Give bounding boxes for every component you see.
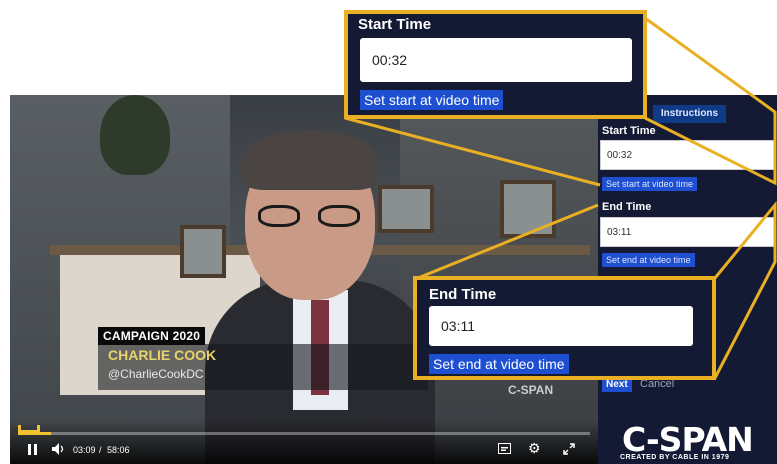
speaker-hair	[242, 130, 378, 190]
player-controls	[10, 420, 598, 464]
time-separator: /	[99, 445, 102, 455]
set-start-button[interactable]: Set start at video time	[602, 177, 698, 191]
settings-icon[interactable]: ⚙	[528, 441, 541, 455]
pause-icon[interactable]	[28, 444, 38, 457]
volume-icon[interactable]	[52, 443, 66, 457]
current-time: 03:09	[73, 445, 96, 455]
captions-icon[interactable]	[498, 443, 511, 456]
end-time-input[interactable]: 03:11	[600, 217, 775, 247]
progress-fill	[20, 432, 51, 435]
picture-frame	[378, 185, 434, 233]
end-time-callout: End Time 03:11 Set end at video time	[413, 276, 716, 380]
callout-end-label: End Time	[429, 286, 497, 303]
callout-start-label: Start Time	[358, 16, 432, 33]
callout-set-start-button[interactable]: Set start at video time	[360, 90, 504, 110]
start-time-label: Start Time	[602, 125, 656, 137]
cspan-logo-tagline: CREATED BY CABLE IN 1979	[620, 454, 730, 461]
lower-third-handle: @CharlieCookDC	[108, 367, 204, 381]
start-time-callout: Start Time 00:32 Set start at video time	[344, 10, 647, 119]
callout-end-input[interactable]: 03:11	[429, 306, 693, 346]
fullscreen-icon[interactable]	[563, 443, 575, 457]
picture-frame	[500, 180, 556, 238]
instructions-button[interactable]: Instructions	[653, 105, 726, 123]
picture-frame	[180, 225, 226, 278]
callout-set-end-button[interactable]: Set end at video time	[429, 354, 569, 374]
set-end-button[interactable]: Set end at video time	[602, 253, 695, 267]
callout-start-input[interactable]: 00:32	[360, 38, 632, 82]
duration: 58:06	[107, 445, 130, 455]
end-time-label: End Time	[602, 201, 652, 213]
start-time-input[interactable]: 00:32	[600, 140, 775, 170]
speaker-glasses	[258, 205, 362, 229]
progress-track[interactable]	[20, 432, 590, 435]
network-watermark: C-SPAN	[508, 383, 554, 397]
background-plant	[100, 95, 170, 175]
lower-third-name: CHARLIE COOK	[108, 347, 217, 363]
lower-third-tag: CAMPAIGN 2020	[98, 327, 206, 345]
